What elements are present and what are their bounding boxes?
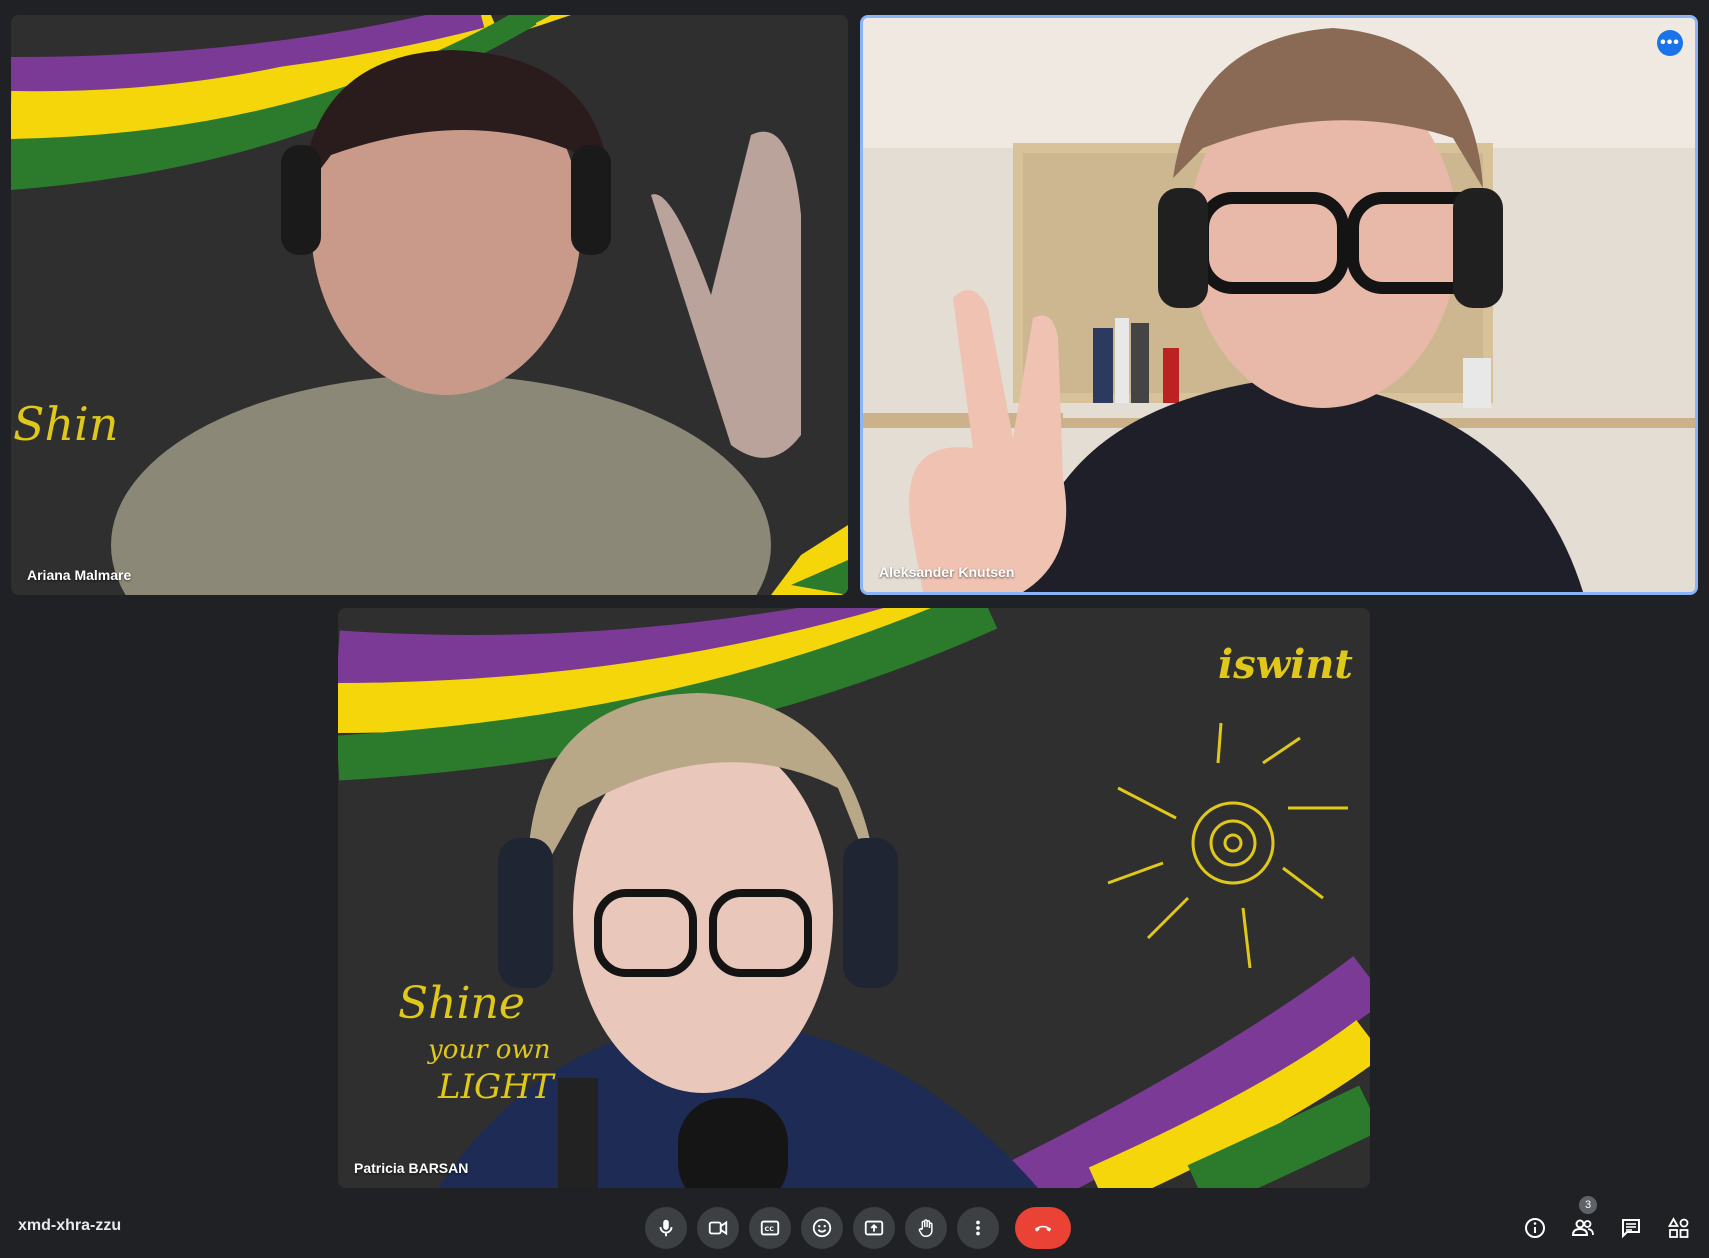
camera-video [863, 18, 1695, 592]
svg-text:LIGHT: LIGHT [437, 1067, 556, 1107]
info-icon [1525, 1218, 1545, 1238]
chat-icon [1622, 1219, 1640, 1239]
raise-hand-icon [918, 1219, 933, 1237]
people-button[interactable]: 3 [1571, 1196, 1597, 1240]
camera-icon [708, 1220, 728, 1236]
svg-text:iswint: iswint [1218, 641, 1353, 688]
virtual-background: Shin [11, 15, 848, 595]
svg-text:Shin: Shin [13, 397, 118, 451]
participant-tile-aleksander[interactable]: ••• Aleksander Knutsen [860, 15, 1698, 595]
more-options-icon [976, 1220, 980, 1236]
people-icon [1571, 1219, 1594, 1236]
meeting-code: xmd-xhra-zzu [18, 1217, 122, 1234]
present-screen-button[interactable] [853, 1207, 895, 1249]
emoji-reaction-button[interactable] [801, 1207, 843, 1249]
svg-text:your own: your own [427, 1035, 550, 1065]
virtual-background: iswint Shine your own LIGHT [338, 608, 1370, 1188]
participant-name: Patricia BARSAN [354, 1160, 469, 1176]
meeting-info-button[interactable] [1523, 1216, 1547, 1240]
microphone-icon [659, 1219, 673, 1237]
more-options-button[interactable] [957, 1207, 999, 1249]
participant-name: Ariana Malmare [27, 567, 132, 583]
end-call-button[interactable] [1015, 1207, 1071, 1249]
svg-text:CC: CC [765, 1225, 775, 1233]
activities-button[interactable] [1667, 1216, 1691, 1240]
participant-tile-ariana[interactable]: Shin Ariana Malmare [11, 15, 848, 595]
captions-button[interactable]: CC [749, 1207, 791, 1249]
more-options-button[interactable]: ••• [1657, 30, 1683, 56]
call-controls: CC [645, 1207, 1071, 1249]
people-count-badge: 3 [1579, 1196, 1597, 1214]
microphone-button[interactable] [645, 1207, 687, 1249]
participant-tile-patricia[interactable]: iswint Shine your own LIGHT Patricia BAR… [338, 608, 1370, 1188]
participant-name: Aleksander Knutsen [879, 564, 1015, 580]
camera-button[interactable] [697, 1207, 739, 1249]
activities-icon [1667, 1217, 1689, 1238]
side-panel-buttons: 3 [1523, 1196, 1691, 1249]
raise-hand-button[interactable] [905, 1207, 947, 1249]
captions-icon: CC [760, 1220, 780, 1236]
chat-button[interactable] [1619, 1216, 1643, 1240]
present-screen-icon [864, 1220, 884, 1236]
svg-text:Shine: Shine [398, 978, 525, 1029]
emoji-reaction-icon [812, 1218, 832, 1238]
end-call-icon [1034, 1225, 1052, 1232]
